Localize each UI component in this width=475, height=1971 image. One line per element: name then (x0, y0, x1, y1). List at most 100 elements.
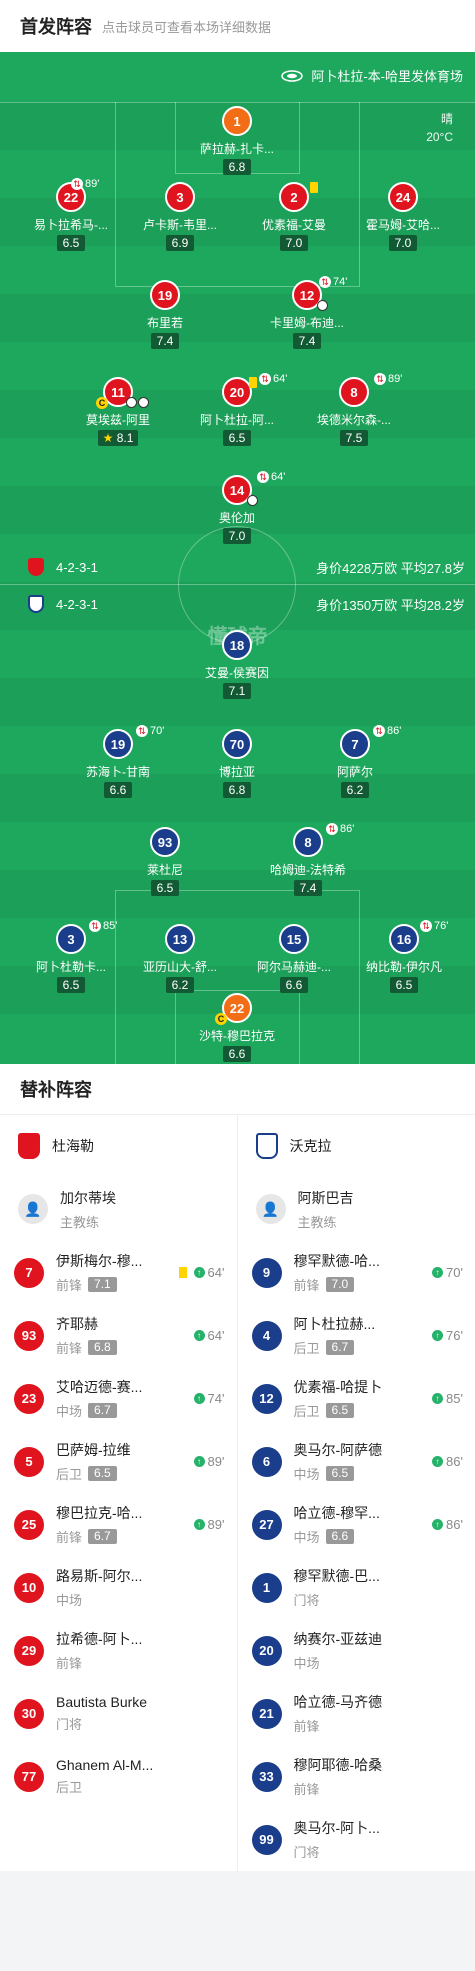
home-player-22[interactable]: 22 ⇅89' 易卜拉希马-... 6.5 (11, 182, 131, 252)
player-rating: 6.6 (326, 1529, 355, 1544)
home-player-3[interactable]: 3 卢卡斯-韦里... 6.9 (120, 182, 240, 252)
player-rating: 7.4 (151, 333, 180, 349)
coach-avatar: 👤 (256, 1194, 286, 1224)
player-number: 6 (252, 1447, 282, 1477)
sub-player-row[interactable]: 93齐耶赫前锋6.8↑64' (0, 1304, 237, 1367)
player-rating: 6.5 (326, 1403, 355, 1418)
away-team-name: 沃克拉 (290, 1136, 332, 1156)
sub-off-icon: ⇅ (257, 471, 269, 483)
home-subs-column: 杜海勒 👤 加尔蒂埃主教练 7伊斯梅尔-穆...前锋7.1↑64'93齐耶赫前锋… (0, 1115, 238, 1871)
player-number: 25 (14, 1510, 44, 1540)
sub-time: 86' (446, 1517, 463, 1532)
away-player-8[interactable]: 8 ⇅86' 哈姆迪-法特希 7.4 (248, 827, 368, 897)
sub-off-indicator: ⇅89' (374, 373, 402, 385)
player-name: 布里若 (105, 314, 225, 331)
sub-off-indicator: ⇅76' (420, 920, 448, 932)
sub-player-row[interactable]: 33穆阿耶德-哈桑前锋 (238, 1745, 475, 1808)
player-name: 卡里姆-布迪... (247, 314, 367, 331)
player-rating: 7.5 (340, 430, 369, 446)
away-player-7[interactable]: 7 ⇅86' 阿萨尔 6.2 (295, 729, 415, 799)
home-player-24[interactable]: 24 霍马姆-艾哈... 7.0 (343, 182, 463, 252)
sub-on-icon: ↑ (432, 1330, 443, 1341)
player-number: 7 (14, 1258, 44, 1288)
sub-player-row[interactable]: 12优素福-哈提卜后卫6.5↑85' (238, 1367, 475, 1430)
player-name: 奥马尔-阿卜... (294, 1818, 380, 1838)
goal-ball-icon (247, 495, 258, 506)
away-player-3[interactable]: 3 ⇅85' 阿卜杜勒卡... 6.5 (11, 924, 131, 994)
sub-player-row[interactable]: 5巴萨姆-拉维后卫6.5↑89' (0, 1430, 237, 1493)
sub-player-row[interactable]: 4阿卜杜拉赫...后卫6.7↑76' (238, 1304, 475, 1367)
player-number: 1 (222, 106, 252, 136)
home-player-12[interactable]: 12 ⇅74' 卡里姆-布迪... 7.4 (247, 280, 367, 350)
sub-player-row[interactable]: 23艾哈迈德-赛...中场6.7↑74' (0, 1367, 237, 1430)
away-team-row[interactable]: 沃克拉 (238, 1115, 475, 1177)
sub-player-row[interactable]: 7伊斯梅尔-穆...前锋7.1↑64' (0, 1241, 237, 1304)
home-coach[interactable]: 👤 加尔蒂埃主教练 (0, 1177, 237, 1241)
sub-player-row[interactable]: 10路易斯-阿尔...中场 (0, 1556, 237, 1619)
sub-on-icon: ↑ (194, 1330, 205, 1341)
player-rating: 7.1 (88, 1277, 117, 1292)
player-position: 前锋 (56, 1338, 82, 1357)
player-rating: 6.5 (151, 880, 180, 896)
away-player-13[interactable]: 13 亚历山大-舒... 6.2 (120, 924, 240, 994)
away-player-15[interactable]: 15 阿尔马赫迪-... 6.6 (234, 924, 354, 994)
sub-player-row[interactable]: 29拉希德-阿卜...前锋 (0, 1619, 237, 1682)
sub-player-row[interactable]: 20纳赛尔-亚兹迪中场 (238, 1619, 475, 1682)
player-number: 2 (279, 182, 309, 212)
venue-name: 阿卜杜拉-本-哈里发体育场 (311, 66, 463, 85)
home-player-14[interactable]: 14 ⇅64' 奥伦加 7.0 (177, 475, 297, 545)
away-player-16[interactable]: 16 ⇅76' 纳比勒-伊尔凡 6.5 (344, 924, 464, 994)
sub-player-row[interactable]: 27哈立德-穆罕...中场6.6↑86' (238, 1493, 475, 1556)
away-player-93[interactable]: 93 莱杜尼 6.5 (105, 827, 225, 897)
sub-off-indicator: ⇅89' (71, 178, 99, 190)
player-name: 艾哈迈德-赛... (56, 1377, 142, 1397)
home-player-11[interactable]: 11 C 莫埃兹-阿里 ★ 8.1 (58, 377, 178, 447)
away-player-19[interactable]: 19 ⇅70' 苏海卜-甘南 6.6 (58, 729, 178, 799)
home-player-2[interactable]: 2 优素福-艾曼 7.0 (234, 182, 354, 252)
sub-on-icon: ↑ (194, 1519, 205, 1530)
venue-label: 阿卜杜拉-本-哈里发体育场 (281, 66, 463, 85)
sub-on-icon: ↑ (432, 1393, 443, 1404)
home-player-20[interactable]: 20 ⇅64' 阿卜杜拉-阿... 6.5 (177, 377, 297, 447)
sub-player-row[interactable]: 1穆罕默德-巴...门将 (238, 1556, 475, 1619)
away-player-gk[interactable]: 22 C 沙特-穆巴拉克 6.6 (177, 993, 297, 1063)
sub-player-row[interactable]: 30Bautista Burke门将 (0, 1682, 237, 1745)
away-player-70[interactable]: 70 博拉亚 6.8 (177, 729, 297, 799)
away-coach[interactable]: 👤 阿斯巴吉主教练 (238, 1177, 475, 1241)
player-position-line: 前锋6.8 (56, 1338, 117, 1357)
player-position: 后卫 (56, 1464, 82, 1483)
player-rating: 6.5 (57, 977, 86, 993)
home-player-19[interactable]: 19 布里若 7.4 (105, 280, 225, 350)
sub-on-indicator: ↑86' (432, 1454, 463, 1469)
star-icon: ★ (103, 431, 114, 445)
player-rating: 7.0 (280, 235, 309, 251)
player-position: 中场 (294, 1653, 320, 1672)
sub-player-row[interactable]: 21哈立德-马齐德前锋 (238, 1682, 475, 1745)
sub-on-icon: ↑ (194, 1393, 205, 1404)
home-team-row[interactable]: 杜海勒 (0, 1115, 237, 1177)
sub-player-row[interactable]: 6奥马尔-阿萨德中场6.5↑86' (238, 1430, 475, 1493)
home-player-8[interactable]: 8 ⇅89' 埃德米尔森-... 7.5 (294, 377, 414, 447)
player-rating: 6.6 (104, 782, 133, 798)
player-position-line: 门将 (294, 1842, 380, 1861)
player-position-line: 门将 (294, 1590, 380, 1609)
player-number: 33 (252, 1762, 282, 1792)
player-number: 10 (14, 1573, 44, 1603)
away-player-18[interactable]: 18 艾曼-侯赛因 7.1 (177, 630, 297, 700)
sub-player-row[interactable]: 9穆罕默德-哈...前锋7.0↑70' (238, 1241, 475, 1304)
subs-title: 替补阵容 (0, 1064, 475, 1114)
sub-player-row[interactable]: 99奥马尔-阿卜...门将 (238, 1808, 475, 1871)
sub-player-row[interactable]: 77Ghanem Al-M...后卫 (0, 1745, 237, 1808)
home-team-logo (18, 1133, 40, 1159)
player-name: 穆阿耶德-哈桑 (294, 1755, 383, 1775)
sub-player-row[interactable]: 25穆巴拉克-哈...前锋6.7↑89' (0, 1493, 237, 1556)
player-position: 门将 (294, 1842, 320, 1861)
sub-on-indicator: ↑64' (194, 1328, 225, 1343)
sub-on-indicator: ↑76' (432, 1328, 463, 1343)
sub-on-indicator: ↑70' (432, 1265, 463, 1280)
player-number: 7 (340, 729, 370, 759)
player-number: 70 (222, 729, 252, 759)
player-position: 中场 (294, 1464, 320, 1483)
sub-off-icon: ⇅ (374, 373, 386, 385)
home-player-gk[interactable]: 1 萨拉赫-扎卡... 6.8 (177, 106, 297, 176)
